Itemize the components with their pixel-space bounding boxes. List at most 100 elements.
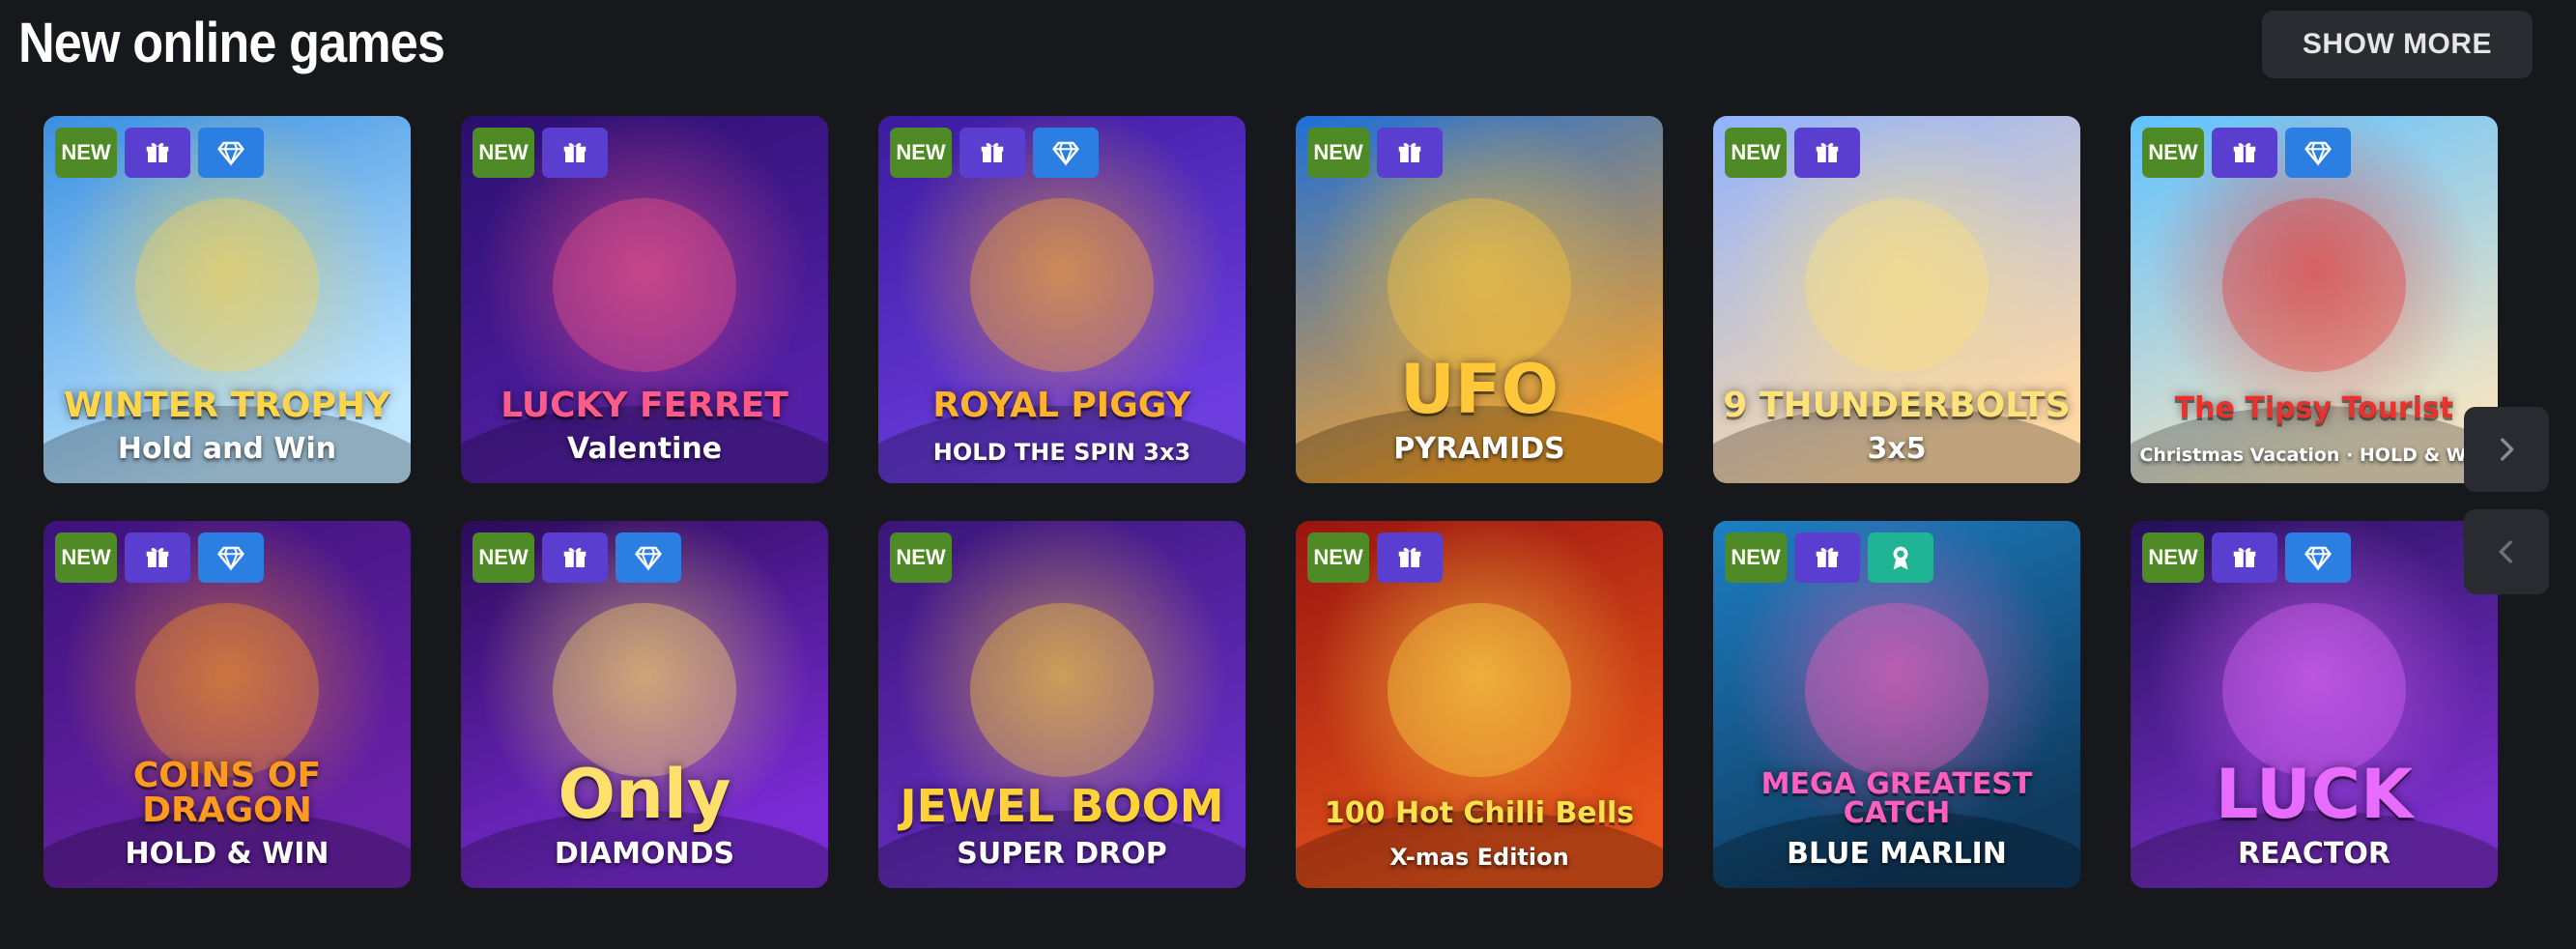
game-title: WINTER TROPHY [63,386,391,425]
game-tile[interactable]: MEGA GREATEST CATCH BLUE MARLIN NEW [1713,521,2080,888]
game-tile[interactable]: LUCKY FERRET Valentine NEW [461,116,828,483]
game-subtitle: 3x5 [1867,432,1927,466]
game-tile[interactable]: The Tipsy Tourist Christmas Vacation · HO… [2131,116,2498,483]
badge-group: NEW [1725,532,1933,583]
diamond-icon [217,141,244,166]
gift-icon [2233,142,2256,162]
game-subtitle: Hold and Win [117,432,337,466]
badge-group: NEW [472,128,608,178]
badge-group: NEW [55,128,264,178]
game-tile[interactable]: 9 THUNDERBOLTS 3x5 NEW [1713,116,2080,483]
game-tile[interactable]: WINTER TROPHY Hold and Win NEW [43,116,411,483]
new-badge: NEW [55,128,117,178]
game-tile[interactable]: UFO PYRAMIDS NEW [1296,116,1663,483]
badge-group: NEW [1307,128,1443,178]
game-subtitle: X-mas Edition [1389,844,1569,871]
game-title: LUCK [2215,755,2414,834]
new-badge: NEW [2142,532,2204,583]
new-badge: NEW [1725,128,1787,178]
new-badge: NEW [1725,532,1787,583]
badge-group: NEW [890,128,1099,178]
gift-badge [2212,128,2277,178]
new-badge: NEW [2142,128,2204,178]
game-title: JEWEL BOOM [900,780,1224,832]
new-badge: NEW [1307,532,1369,583]
diamond-badge [615,532,681,583]
badge-group: NEW [472,532,681,583]
gift-icon [1398,142,1421,162]
game-subtitle: HOLD & WIN [125,837,329,871]
diamond-icon [2304,546,2332,571]
game-tile[interactable]: COINS OF DRAGON HOLD & WIN NEW [43,521,411,888]
gift-badge [959,128,1025,178]
gift-badge [542,128,608,178]
game-subtitle: PYRAMIDS [1393,432,1565,466]
game-title: Only [558,755,731,834]
gift-icon [981,142,1004,162]
game-subtitle: DIAMONDS [554,837,735,871]
chevron-right-icon [2501,438,2514,461]
gift-badge [2212,532,2277,583]
game-title: COINS OF DRAGON [132,756,322,830]
game-tile[interactable]: JEWEL BOOM SUPER DROP NEW [878,521,1245,888]
game-tile[interactable]: 100 Hot Chilli Bells X-mas Edition NEW [1296,521,1663,888]
diamond-icon [1052,141,1079,166]
game-subtitle: SUPER DROP [957,837,1167,871]
new-badge: NEW [890,128,952,178]
show-more-button[interactable]: SHOW MORE [2262,11,2533,78]
gift-icon [1398,547,1421,567]
gift-icon [2233,547,2256,567]
game-title: 100 Hot Chilli Bells [1324,796,1635,830]
gift-badge [542,532,608,583]
diamond-icon [217,546,244,571]
gift-badge [1377,532,1443,583]
gift-icon [146,547,169,567]
game-tile[interactable]: Only DIAMONDS NEW [461,521,828,888]
new-badge: NEW [55,532,117,583]
diamond-badge [198,128,264,178]
new-badge: NEW [472,532,534,583]
game-subtitle: Valentine [566,432,723,466]
game-subtitle: Christmas Vacation · HOLD & WIN [2139,445,2489,466]
game-title: The Tipsy Tourist [2174,391,2454,425]
game-title: ROYAL PIGGY [932,386,1191,425]
badge-group: NEW [2142,532,2351,583]
gift-icon [563,547,587,567]
badge-group: NEW [2142,128,2351,178]
game-subtitle: REACTOR [2238,837,2390,871]
chevron-left-icon [2499,540,2512,563]
gift-badge [1377,128,1443,178]
badge-group: NEW [1307,532,1443,583]
badge-group: NEW [55,532,264,583]
diamond-badge [2285,532,2351,583]
diamond-badge [198,532,264,583]
new-badge: NEW [890,532,952,583]
diamond-icon [635,546,662,571]
gift-icon [1816,547,1839,567]
game-subtitle: BLUE MARLIN [1787,837,2007,871]
new-badge: NEW [1307,128,1369,178]
carousel-next-button[interactable] [2464,407,2549,492]
award-badge [1868,532,1933,583]
gift-icon [146,142,169,162]
game-subtitle: HOLD THE SPIN 3x3 [932,439,1191,466]
diamond-badge [1033,128,1099,178]
game-tile[interactable]: LUCK REACTOR NEW [2131,521,2498,888]
game-title: 9 THUNDERBOLTS [1723,386,2071,425]
badge-group: NEW [890,532,952,583]
new-badge: NEW [472,128,534,178]
game-title: MEGA GREATEST CATCH [1760,767,2033,830]
game-tile[interactable]: ROYAL PIGGY HOLD THE SPIN 3x3 NEW [878,116,1245,483]
gift-icon [1816,142,1839,162]
carousel-prev-button[interactable] [2464,509,2549,594]
diamond-icon [2304,141,2332,166]
gift-badge [1794,532,1860,583]
gift-badge [125,128,190,178]
gift-badge [125,532,190,583]
gift-badge [1794,128,1860,178]
game-title: LUCKY FERRET [501,386,788,425]
badge-group: NEW [1725,128,1860,178]
gift-icon [563,142,587,162]
game-title: UFO [1399,350,1560,429]
section-title: New online games [18,12,445,74]
